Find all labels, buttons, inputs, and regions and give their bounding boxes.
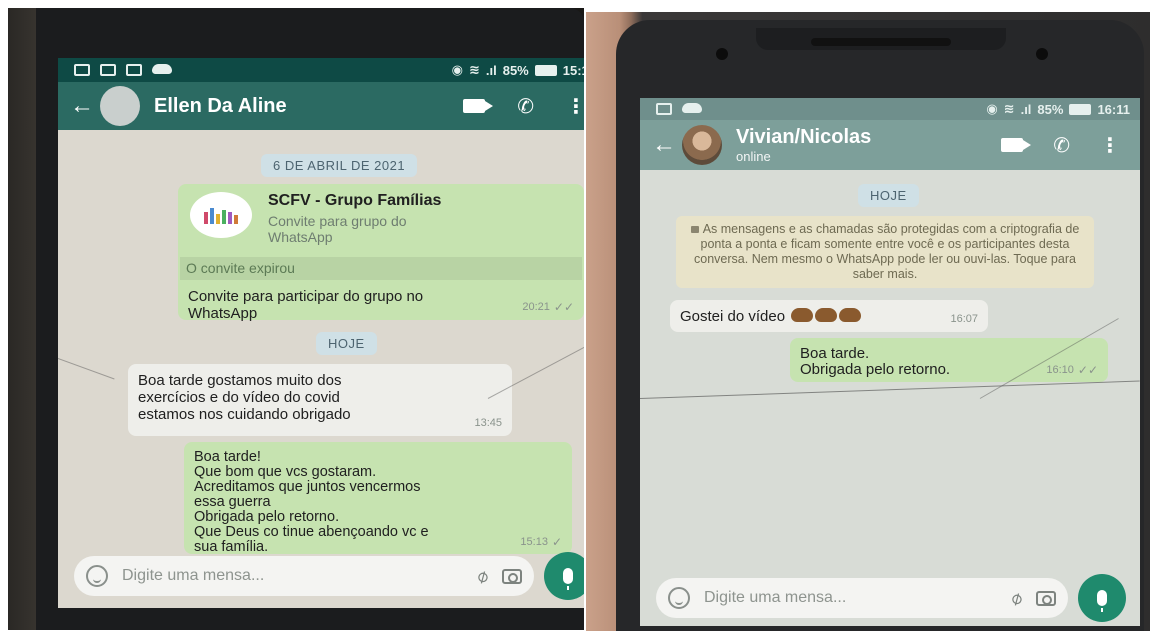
read-ticks-icon: ✓✓	[1077, 363, 1098, 377]
phone-speaker	[811, 38, 951, 46]
camera-icon[interactable]	[1036, 590, 1056, 606]
voice-record-button[interactable]	[544, 552, 584, 600]
notification-icon	[656, 103, 672, 115]
date-chip: 6 DE ABRIL DE 2021	[261, 154, 418, 177]
clapping-hands-emoji	[791, 308, 814, 322]
contact-presence: online	[736, 149, 771, 164]
right-phone-screen: ◉ ≋ .ıl 85% 16:11 ← Vivian/Nicolas onlin…	[640, 98, 1140, 626]
cloud-icon	[682, 103, 702, 113]
clock: 16:11	[1097, 101, 1130, 117]
read-ticks-icon: ✓✓	[553, 300, 574, 314]
invite-group-name: SCFV - Grupo Famílias	[268, 192, 442, 209]
voice-record-button[interactable]	[1078, 574, 1126, 622]
attach-icon[interactable]: ⌀	[473, 564, 493, 588]
voice-call-icon[interactable]: ✆	[1053, 133, 1070, 158]
battery-percent: 85%	[502, 62, 529, 78]
lock-icon	[690, 226, 699, 233]
battery-percent: 85%	[1037, 101, 1064, 117]
message-time: 20:21	[522, 301, 550, 313]
more-options-icon[interactable]: ⋮	[566, 94, 584, 119]
chat-title[interactable]: Ellen Da Aline	[154, 95, 287, 118]
more-options-icon[interactable]: ⋮	[1100, 133, 1120, 158]
left-phone-screen: ◉ ≋ .ıl 85% 15:13 ← Ellen Da Aline ✆ ⋮	[58, 58, 584, 608]
contact-avatar[interactable]	[100, 86, 140, 126]
group-logo-icon	[190, 192, 252, 238]
nfc-icon: ◉	[451, 62, 463, 77]
message-input[interactable]	[704, 589, 998, 607]
message-text: Gostei do vídeo	[680, 308, 786, 325]
message-text: Boa tarde gostamos muito dos exercícios …	[138, 372, 351, 423]
back-arrow-icon[interactable]: ←	[58, 92, 100, 120]
contact-name: Ellen Da Aline	[154, 94, 287, 117]
back-arrow-icon[interactable]: ←	[640, 131, 682, 159]
front-camera	[716, 48, 728, 60]
message-input-bar: ⌀	[640, 570, 1140, 626]
message-input[interactable]	[122, 567, 464, 585]
emoji-icon[interactable]	[668, 587, 690, 609]
signal-icon: .ıl	[1020, 101, 1032, 117]
message-text: Boa tarde! Que bom que vcs gostaram. Acr…	[194, 449, 429, 555]
emoji-icon[interactable]	[86, 565, 108, 587]
chat-header: ← Ellen Da Aline ✆ ⋮	[58, 82, 584, 130]
microphone-icon	[563, 568, 573, 590]
battery-icon	[534, 64, 557, 76]
right-photo: ◉ ≋ .ıl 85% 16:11 ← Vivian/Nicolas onlin…	[586, 12, 1150, 631]
voice-call-icon[interactable]: ✆	[517, 94, 534, 119]
clock: 15:13	[562, 62, 584, 78]
contact-name: Vivian/Nicolas	[736, 126, 872, 148]
invite-expired-label: O convite expirou	[180, 257, 582, 280]
left-phone-body: ◉ ≋ .ıl 85% 15:13 ← Ellen Da Aline ✆ ⋮	[36, 8, 584, 630]
attach-icon[interactable]: ⌀	[1007, 586, 1027, 610]
invite-subtitle: Convite para grupo do WhatsApp	[268, 213, 407, 245]
sensor	[1036, 48, 1048, 60]
wifi-icon: ≋	[468, 62, 480, 77]
group-invite-message[interactable]: SCFV - Grupo Famílias Convite para grupo…	[178, 184, 584, 322]
incoming-message[interactable]: Boa tarde gostamos muito dos exercícios …	[128, 364, 512, 436]
monitor-icon	[126, 64, 142, 76]
screen-crack	[58, 358, 115, 380]
status-bar: ◉ ≋ .ıl 85% 15:13	[58, 58, 584, 82]
video-call-icon[interactable]	[463, 99, 494, 113]
left-photo: ◉ ≋ .ıl 85% 15:13 ← Ellen Da Aline ✆ ⋮	[8, 8, 584, 630]
outgoing-message[interactable]: Boa tarde! Que bom que vcs gostaram. Acr…	[184, 442, 572, 555]
message-input-pill: ⌀	[656, 578, 1068, 618]
notification-icon	[74, 64, 90, 76]
message-time: 16:07	[950, 313, 978, 325]
video-call-icon[interactable]	[1001, 138, 1032, 152]
signal-icon: .ıl	[485, 62, 497, 78]
contact-avatar[interactable]	[682, 125, 722, 165]
right-phone-body: ◉ ≋ .ıl 85% 16:11 ← Vivian/Nicolas onlin…	[616, 20, 1144, 631]
nfc-icon: ◉	[986, 101, 998, 116]
battery-icon	[1069, 103, 1092, 115]
clapping-hands-emoji	[839, 308, 862, 322]
microphone-icon	[1097, 590, 1107, 612]
message-input-bar: ⌀	[58, 548, 584, 604]
message-time: 16:10	[1046, 364, 1074, 376]
wifi-icon: ≋	[1003, 101, 1015, 116]
status-bar: ◉ ≋ .ıl 85% 16:11	[640, 98, 1140, 120]
clapping-hands-emoji	[815, 308, 838, 322]
gallery-icon	[100, 64, 116, 76]
message-time: 13:45	[474, 417, 502, 429]
cloud-icon	[152, 64, 172, 74]
outgoing-message[interactable]: Boa tarde. Obrigada pelo retorno. 16:10 …	[790, 338, 1108, 382]
date-chip-today: HOJE	[316, 332, 377, 355]
date-chip-today: HOJE	[858, 184, 919, 207]
encryption-notice-text: As mensagens e as chamadas são protegida…	[694, 222, 1080, 281]
screen-crack	[640, 380, 1140, 399]
camera-icon[interactable]	[502, 568, 522, 584]
incoming-message[interactable]: Gostei do vídeo 16:07	[670, 300, 988, 332]
chat-header: ← Vivian/Nicolas online ✆ ⋮	[640, 120, 1140, 170]
encryption-notice[interactable]: As mensagens e as chamadas são protegida…	[676, 216, 1094, 288]
message-input-pill: ⌀	[74, 556, 534, 596]
chat-title[interactable]: Vivian/Nicolas online	[736, 126, 871, 164]
